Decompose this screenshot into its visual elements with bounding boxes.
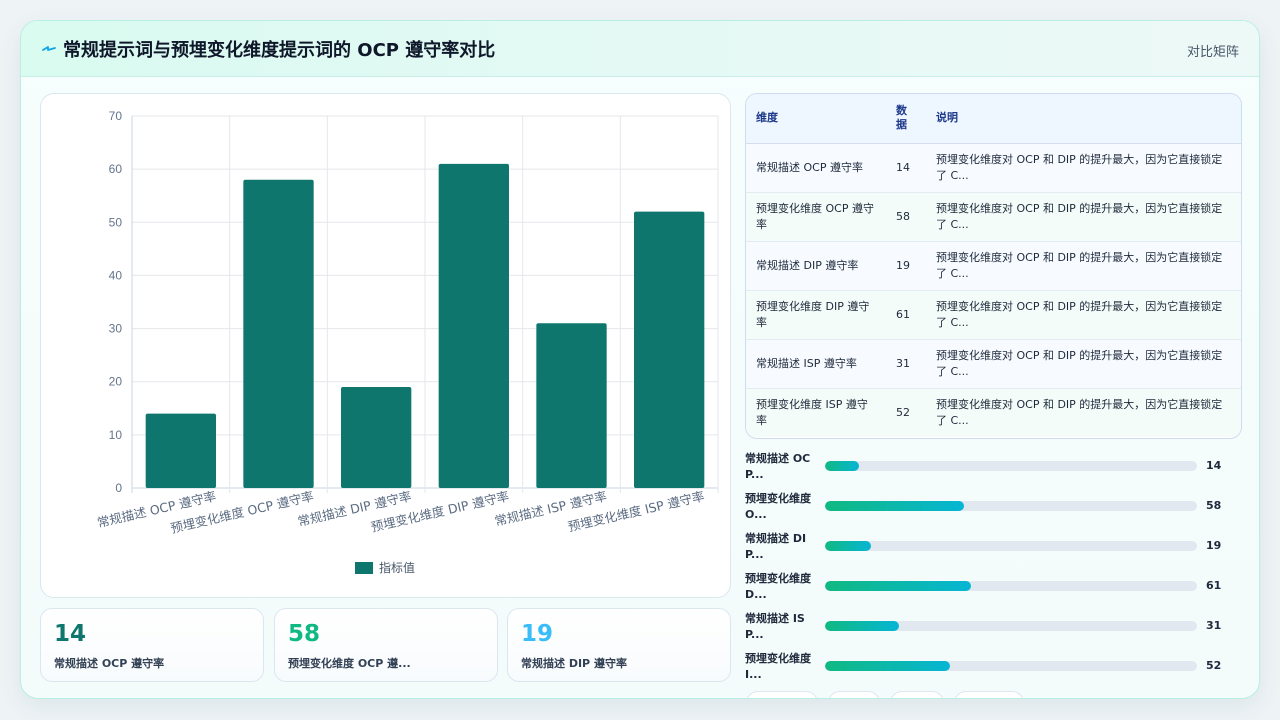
table-row: 预埋变化维度 DIP 遵守率 61 预埋变化维度对 OCP 和 DIP 的提升最… xyxy=(746,290,1241,340)
progress-fill xyxy=(825,461,859,471)
y-tick-label: 10 xyxy=(109,428,123,442)
cell-description: 预埋变化维度对 OCP 和 DIP 的提升最大，因为它直接锁定了 C... xyxy=(926,192,1241,242)
column-header-description: 说明 xyxy=(926,94,1241,144)
table-header-row: 维度 数据 说明 xyxy=(746,94,1241,144)
kpi-label: 常规描述 DIP 遵守率 xyxy=(521,657,627,670)
bar xyxy=(536,323,607,488)
kpi-value: 58 xyxy=(288,621,321,647)
progress-track xyxy=(825,661,1197,671)
progress-value: 61 xyxy=(1206,579,1222,592)
progress-row: 预埋变化维度 I... 52 xyxy=(745,649,1242,683)
cell-value: 58 xyxy=(886,192,926,242)
progress-track xyxy=(825,621,1197,631)
y-tick-label: 30 xyxy=(109,322,123,336)
progress-label: 常规描述 OCP... xyxy=(745,452,811,481)
cell-description: 预埋变化维度对 OCP 和 DIP 的提升最大，因为它直接锁定了 C... xyxy=(926,339,1241,389)
progress-row: 常规描述 DIP... 19 xyxy=(745,529,1242,563)
filter-chip[interactable] xyxy=(890,691,944,698)
cell-dimension: 常规描述 ISP 遵守率 xyxy=(746,339,886,389)
data-table: 维度 数据 说明 常规描述 OCP 遵守率 14 预埋变化维度对 OCP 和 D… xyxy=(746,94,1241,437)
cell-description: 预埋变化维度对 OCP 和 DIP 的提升最大，因为它直接锁定了 C... xyxy=(926,388,1241,437)
kpi-label: 常规描述 OCP 遵守率 xyxy=(54,657,165,670)
progress-fill xyxy=(825,581,972,591)
progress-value: 58 xyxy=(1206,499,1222,512)
cell-dimension: 预埋变化维度 ISP 遵守率 xyxy=(746,388,886,437)
cell-value: 52 xyxy=(886,388,926,437)
progress-row: 常规描述 OCP... 14 xyxy=(745,449,1242,483)
view-mode-label[interactable]: 对比矩阵 xyxy=(1187,41,1239,60)
cell-description: 预埋变化维度对 OCP 和 DIP 的提升最大，因为它直接锁定了 C... xyxy=(926,143,1241,193)
y-tick-label: 70 xyxy=(109,109,123,123)
progress-track xyxy=(825,581,1197,591)
bar xyxy=(145,413,216,488)
table-row: 预埋变化维度 ISP 遵守率 52 预埋变化维度对 OCP 和 DIP 的提升最… xyxy=(746,388,1241,437)
cell-dimension: 预埋变化维度 DIP 遵守率 xyxy=(746,290,886,340)
kpi-card-2: 58 预埋变化维度 OCP 遵... xyxy=(274,608,498,682)
progress-row: 预埋变化维度 D... 61 xyxy=(745,569,1242,603)
cell-description: 预埋变化维度对 OCP 和 DIP 的提升最大，因为它直接锁定了 C... xyxy=(926,290,1241,340)
page-title: 常规提示词与预埋变化维度提示词的 OCP 遵守率对比 xyxy=(63,40,496,61)
kpi-value: 19 xyxy=(521,621,554,647)
y-tick-label: 20 xyxy=(109,375,123,389)
progress-row: 预埋变化维度 O... 58 xyxy=(745,489,1242,523)
bar-chart-panel: 0 10 20 30 40 50 60 70 常规描述 OCP 遵守率 预埋变化维度 OCP 遵守… xyxy=(40,93,731,598)
cell-dimension: 常规描述 DIP 遵守率 xyxy=(746,241,886,291)
kpi-card-3: 19 常规描述 DIP 遵守率 xyxy=(507,608,731,682)
progress-value: 19 xyxy=(1206,539,1222,552)
bar xyxy=(243,179,314,488)
progress-track xyxy=(825,461,1197,471)
bar xyxy=(634,211,705,488)
cell-value: 31 xyxy=(886,339,926,389)
progress-label: 预埋变化维度 O... xyxy=(745,492,811,521)
progress-track xyxy=(825,501,1197,511)
progress-fill xyxy=(825,541,871,551)
kpi-card-1: 14 常规描述 OCP 遵守率 xyxy=(40,608,264,682)
progress-fill xyxy=(825,621,900,631)
legend-swatch xyxy=(355,562,373,574)
y-tick-label: 60 xyxy=(109,162,123,176)
kpi-value: 14 xyxy=(54,621,87,647)
progress-fill xyxy=(825,501,965,511)
progress-label: 预埋变化维度 I... xyxy=(745,652,811,681)
table-row: 常规描述 ISP 遵守率 31 预埋变化维度对 OCP 和 DIP 的提升最大，… xyxy=(746,339,1241,389)
table-row: 预埋变化维度 OCP 遵守率 58 预埋变化维度对 OCP 和 DIP 的提升最… xyxy=(746,192,1241,242)
bar xyxy=(341,387,412,488)
y-tick-label: 0 xyxy=(115,481,122,495)
cell-value: 14 xyxy=(886,143,926,193)
cell-description: 预埋变化维度对 OCP 和 DIP 的提升最大，因为它直接锁定了 C... xyxy=(926,241,1241,291)
cell-value: 19 xyxy=(886,241,926,291)
progress-label: 预埋变化维度 D... xyxy=(745,572,811,601)
progress-fill xyxy=(825,661,950,671)
legend-label: 指标值 xyxy=(379,560,415,575)
progress-track xyxy=(825,541,1197,551)
lightning-icon xyxy=(42,46,56,51)
bar-chart: 010203040506070常规描述 OCP 遵守率预埋变化维度 OCP 遵守… xyxy=(96,109,719,575)
progress-value: 52 xyxy=(1206,659,1222,672)
cell-dimension: 常规描述 OCP 遵守率 xyxy=(746,143,886,193)
filter-chip[interactable] xyxy=(828,691,880,698)
table-row: 常规描述 DIP 遵守率 19 预埋变化维度对 OCP 和 DIP 的提升最大，… xyxy=(746,241,1241,291)
y-tick-label: 50 xyxy=(109,215,123,229)
progress-row: 常规描述 ISP... 31 xyxy=(745,609,1242,643)
cell-value: 61 xyxy=(886,290,926,340)
kpi-label: 预埋变化维度 OCP 遵... xyxy=(288,657,411,670)
progress-label: 常规描述 DIP... xyxy=(745,532,807,561)
cell-dimension: 预埋变化维度 OCP 遵守率 xyxy=(746,192,886,242)
progress-value: 31 xyxy=(1206,619,1222,632)
y-tick-label: 40 xyxy=(109,268,123,282)
data-table-panel: 维度 数据 说明 常规描述 OCP 遵守率 14 预埋变化维度对 OCP 和 D… xyxy=(745,93,1242,439)
filter-chip[interactable] xyxy=(954,691,1024,698)
bar xyxy=(438,163,509,488)
table-row: 常规描述 OCP 遵守率 14 预埋变化维度对 OCP 和 DIP 的提升最大，… xyxy=(746,143,1241,193)
card-header: 常规提示词与预埋变化维度提示词的 OCP 遵守率对比 对比矩阵 xyxy=(21,21,1259,77)
filter-chip[interactable] xyxy=(746,691,818,698)
progress-value: 14 xyxy=(1206,459,1222,472)
column-header-dimension: 维度 xyxy=(746,94,886,144)
progress-label: 常规描述 ISP... xyxy=(745,612,805,641)
dashboard-card: 常规提示词与预埋变化维度提示词的 OCP 遵守率对比 对比矩阵 0 10 20 30 4… xyxy=(20,20,1260,699)
column-header-value: 数据 xyxy=(886,94,926,144)
